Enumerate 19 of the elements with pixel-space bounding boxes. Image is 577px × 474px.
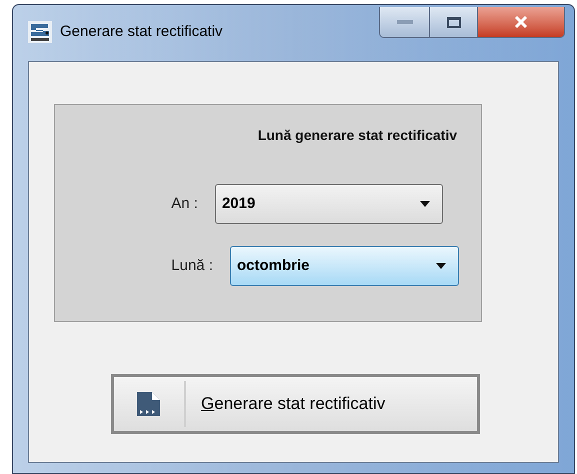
- generate-button[interactable]: Generare stat rectificativ: [111, 374, 480, 434]
- app-icon: [28, 21, 52, 44]
- document-icon: [137, 392, 160, 416]
- field-label: An :: [171, 194, 198, 214]
- dropdown[interactable]: 2019: [214, 184, 443, 224]
- dropdown-value: octombrie: [237, 256, 310, 276]
- field-label: Lună :: [171, 256, 213, 276]
- dropdown-arrow-icon: [436, 263, 446, 269]
- panel-title: Lună generare stat rectificativ: [258, 126, 457, 145]
- close-button[interactable]: [478, 7, 564, 37]
- dropdown[interactable]: octombrie: [230, 246, 459, 286]
- dropdown-arrow-icon: [420, 201, 430, 207]
- minimize-icon: [396, 20, 412, 24]
- minimize-button[interactable]: [380, 7, 430, 37]
- window-title: Generare stat rectificativ: [60, 22, 223, 42]
- maximize-icon: [446, 16, 460, 28]
- maximize-button[interactable]: [430, 7, 478, 37]
- dropdown-value: 2019: [222, 194, 256, 214]
- close-icon: [514, 16, 528, 28]
